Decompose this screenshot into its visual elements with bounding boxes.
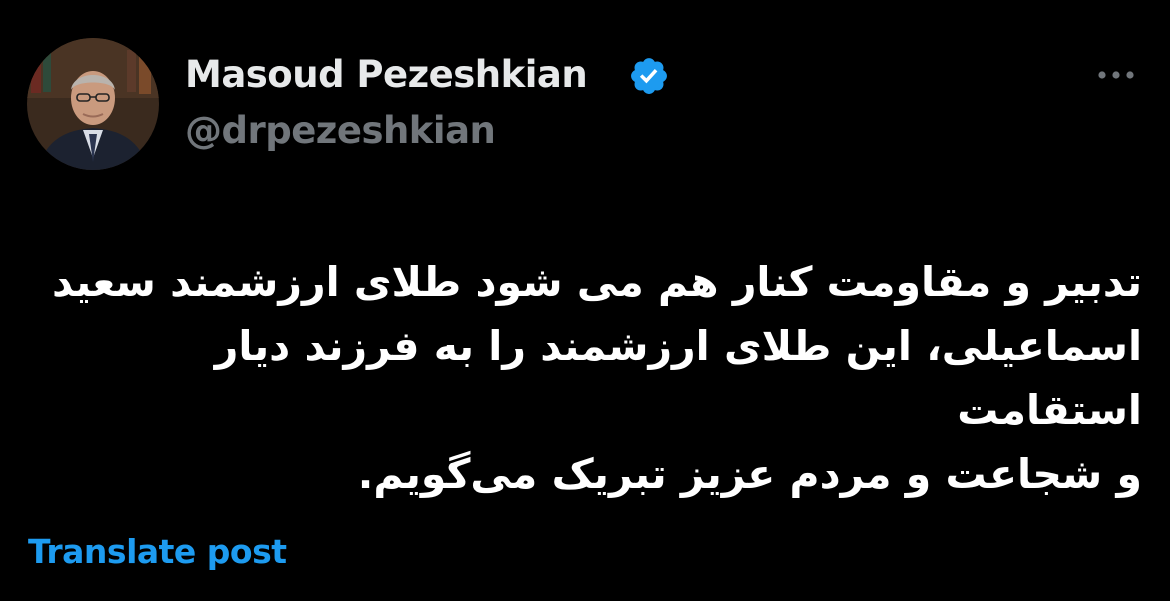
display-name[interactable]: Masoud Pezeshkian [185, 52, 588, 98]
user-handle[interactable]: @drpezeshkian [185, 108, 496, 154]
avatar[interactable] [27, 38, 159, 170]
post-text: تدبیر و مقاومت کنار هم می شود طلای ارزشم… [22, 250, 1142, 506]
verified-badge-icon[interactable] [628, 55, 670, 97]
profile-photo [27, 38, 159, 170]
post-line: تدبیر و مقاومت کنار هم می شود طلای ارزشم… [51, 258, 1142, 306]
more-options-icon[interactable] [1092, 62, 1140, 88]
post-line: اسماعیلی، این طلای ارزشمند را به فرزند د… [214, 322, 1142, 434]
tweet: Masoud Pezeshkian @drpezeshkian تدبیر و … [0, 0, 1170, 601]
translate-post-link[interactable]: Translate post [28, 530, 287, 574]
post-line: و شجاعت و مردم عزیز تبریک می‌گویم. [357, 450, 1142, 498]
